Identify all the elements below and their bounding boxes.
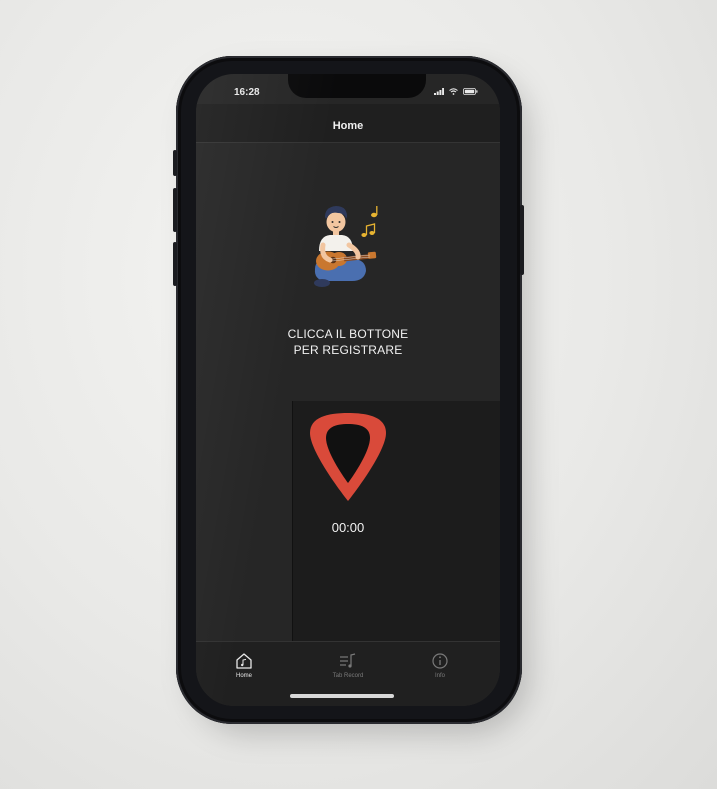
guitar-pick-icon — [310, 413, 386, 501]
music-list-icon — [340, 653, 356, 668]
wifi-icon — [449, 88, 458, 95]
notch — [288, 74, 426, 98]
status-time: 16:28 — [234, 87, 260, 98]
info-icon — [432, 653, 448, 669]
guitar-player-illustration — [314, 206, 378, 287]
tab-record-label: Tab Record — [332, 673, 364, 679]
page-title: Home — [332, 120, 364, 132]
recording-timer: 00:00 — [331, 520, 365, 535]
phone-screen: 16:28 Home CLICCA IL BOTTONE PER REGISTR… — [196, 74, 500, 706]
tab-home[interactable]: Home — [204, 652, 284, 692]
side-button-volume-down — [173, 242, 177, 286]
record-button[interactable] — [306, 411, 390, 503]
instructions-line-2: PER REGISTRARE — [293, 343, 403, 357]
status-icons — [434, 88, 478, 95]
tab-record[interactable]: Tab Record — [308, 652, 388, 692]
tab-info-label: Info — [434, 673, 445, 679]
battery-icon — [463, 88, 478, 95]
main-content: CLICCA IL BOTTONE PER REGISTRARE 00:00 — [196, 143, 500, 663]
record-instructions: CLICCA IL BOTTONE PER REGISTRARE — [196, 326, 500, 358]
home-indicator[interactable] — [290, 694, 394, 698]
side-button-volume-up — [173, 188, 177, 232]
side-button-mute — [173, 150, 177, 176]
home-music-icon — [236, 653, 252, 669]
tab-home-label: Home — [235, 673, 252, 679]
navigation-bar: Home — [196, 104, 500, 143]
music-note-icon — [361, 206, 378, 237]
signal-icon — [434, 88, 444, 95]
instructions-line-1: CLICCA IL BOTTONE — [287, 327, 409, 341]
tab-info[interactable]: Info — [400, 652, 480, 692]
side-button-power — [520, 205, 524, 275]
